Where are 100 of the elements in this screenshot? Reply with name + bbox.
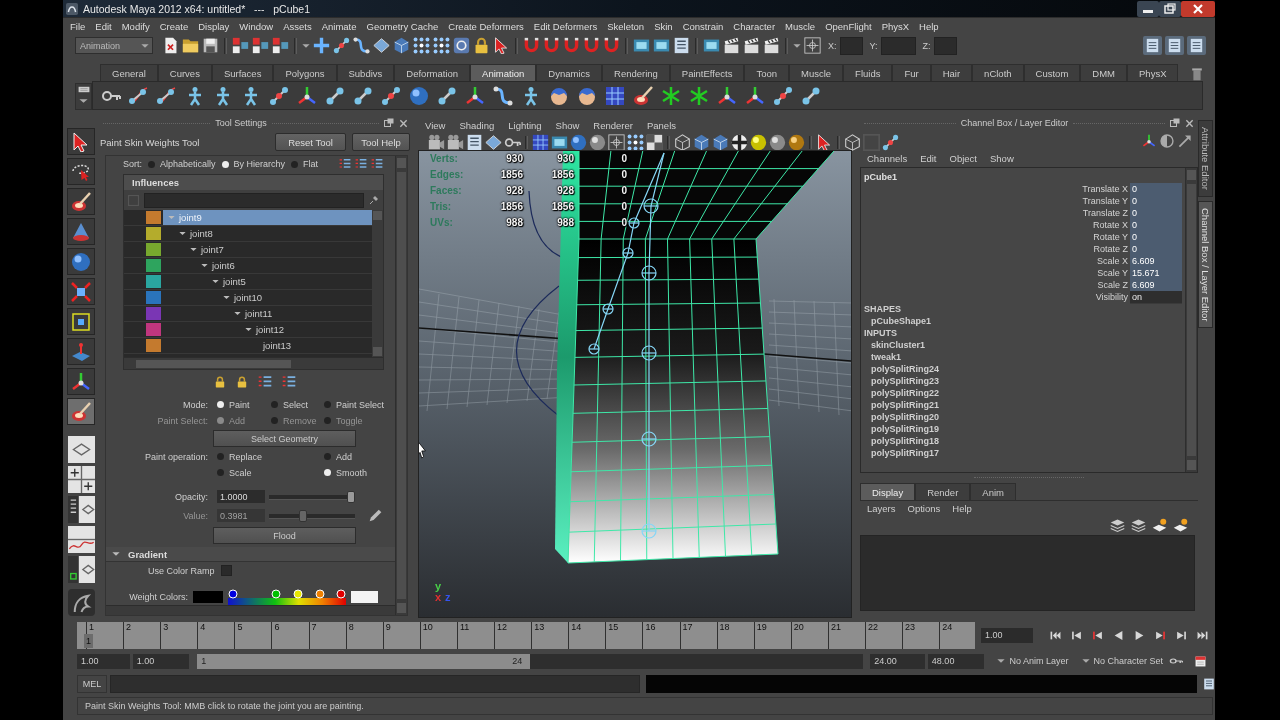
radio-button[interactable]	[324, 401, 331, 408]
menu-item[interactable]: Renderer	[593, 120, 633, 131]
menu-item[interactable]: Show	[555, 120, 580, 131]
crosshair-icon[interactable]	[804, 37, 821, 54]
crosshair-icon[interactable]	[608, 133, 625, 151]
grid-icon[interactable]	[532, 133, 549, 151]
menu-item[interactable]: Panels	[646, 120, 676, 131]
tree-item[interactable]: joint5	[163, 274, 372, 289]
attribute-label[interactable]: Visibility	[864, 291, 1130, 304]
menu-item[interactable]: Object	[949, 153, 977, 164]
layer-tab[interactable]: Render	[915, 483, 971, 500]
attribute-label[interactable]: Scale Z	[864, 279, 1130, 292]
command-input[interactable]	[110, 675, 640, 693]
flood-button[interactable]: Flood	[213, 527, 356, 544]
curve-icon[interactable]	[353, 37, 370, 54]
head-icon[interactable]	[549, 85, 569, 106]
asterisk-icon[interactable]	[689, 85, 709, 106]
scrollbar[interactable]	[395, 156, 407, 615]
shelf-tab[interactable]: Surfaces	[211, 64, 274, 81]
node-item[interactable]: polySplitRing24	[864, 363, 1182, 375]
node-item[interactable]: polySplitRing22	[864, 387, 1182, 399]
clapperboard-icon[interactable]	[743, 37, 760, 54]
menu-item[interactable]: Assets	[283, 20, 312, 32]
squares-icon[interactable]	[272, 37, 289, 54]
layer-tab[interactable]: Display	[860, 483, 916, 500]
key-icon[interactable]	[1169, 656, 1184, 666]
menu-item[interactable]: Help	[952, 503, 972, 514]
calendar-icon[interactable]	[1195, 655, 1207, 667]
panel-icon[interactable]	[1143, 36, 1162, 55]
language-toggle[interactable]: MEL	[77, 675, 107, 693]
menu-item[interactable]: Skin	[654, 20, 673, 32]
scrollbar[interactable]	[106, 605, 395, 615]
restore-icon[interactable]	[1159, 0, 1181, 17]
padlock-icon[interactable]	[236, 376, 248, 388]
curve-icon[interactable]	[493, 85, 513, 106]
squares-icon[interactable]	[232, 37, 249, 54]
clapperboard-icon[interactable]	[763, 37, 780, 54]
tool-button[interactable]	[67, 368, 95, 395]
menu-item[interactable]: PhysX	[881, 20, 910, 32]
save-icon[interactable]	[202, 37, 219, 54]
caret-icon[interactable]	[79, 98, 88, 104]
camera-icon[interactable]	[447, 133, 464, 151]
tree-item[interactable]: joint10	[163, 290, 372, 305]
start-time-field[interactable]: 1.00	[77, 653, 130, 669]
menu-item[interactable]: Edit	[920, 153, 937, 164]
attribute-label[interactable]: Rotate X	[864, 219, 1130, 232]
axes-icon[interactable]	[717, 85, 737, 106]
range-slider-track[interactable]: 1 24	[197, 653, 864, 669]
tool-button[interactable]	[67, 398, 95, 425]
menu-item[interactable]: Geometry Cache	[366, 20, 439, 32]
minimize-icon[interactable]	[1137, 0, 1159, 17]
shelf-tab[interactable]: Toon	[744, 64, 789, 81]
attribute-label[interactable]: Rotate Z	[864, 243, 1130, 256]
radio-button[interactable]	[217, 453, 224, 460]
menu-item[interactable]: Create	[159, 20, 189, 32]
tool-button[interactable]	[67, 158, 95, 185]
axes-icon[interactable]	[745, 85, 765, 106]
node-item[interactable]: polySplitRing20	[864, 411, 1182, 423]
diagonal-arrow-icon[interactable]	[1178, 133, 1192, 148]
tool-button[interactable]	[67, 188, 95, 215]
radio-button[interactable]	[324, 453, 331, 460]
layers-icon[interactable]	[1131, 518, 1146, 533]
cube-icon[interactable]	[393, 37, 410, 54]
menu-item[interactable]: Modify	[121, 20, 150, 32]
input-field[interactable]	[933, 36, 957, 55]
list-icon[interactable]	[466, 133, 483, 151]
dots-icon[interactable]	[413, 37, 430, 54]
menu-item[interactable]: View	[425, 120, 446, 131]
tile-icon[interactable]	[1173, 518, 1188, 533]
panel-view-icon[interactable]	[67, 556, 95, 583]
caret-icon[interactable]	[302, 42, 310, 49]
attribute-label[interactable]: Translate X	[864, 183, 1130, 196]
diamond-icon[interactable]	[373, 37, 390, 54]
float-icon[interactable]	[1170, 118, 1180, 128]
step-forward-icon[interactable]	[1155, 630, 1166, 641]
wire-cube-icon[interactable]	[844, 133, 861, 151]
menu-item[interactable]: Layers	[867, 503, 896, 514]
attribute-field[interactable]: on	[1130, 291, 1182, 304]
window-icon[interactable]	[703, 37, 720, 54]
menu-item[interactable]: Shading	[459, 120, 495, 131]
bone-icon[interactable]	[325, 85, 345, 106]
layer-tab[interactable]: Anim	[970, 483, 1016, 500]
step-back-icon[interactable]	[1092, 630, 1103, 641]
axes-icon[interactable]	[297, 85, 317, 106]
diamond-icon[interactable]	[485, 133, 502, 151]
sphere-icon[interactable]	[570, 133, 587, 151]
wire-cube-icon[interactable]	[674, 133, 691, 151]
playback-start-field[interactable]: 1.00	[132, 653, 190, 669]
shelf-tab[interactable]: Fur	[892, 64, 931, 81]
head-icon[interactable]	[577, 85, 597, 106]
scrollbar[interactable]	[124, 357, 383, 369]
time-slider[interactable]: 1 2 3 4 5 6 7 8 9 10 11 12 13 14 15 16 17 18 19 20 21 22 23 24 1	[77, 622, 975, 649]
joint-chain-icon[interactable]	[269, 85, 289, 106]
radio-button[interactable]	[324, 469, 331, 476]
axes-icon[interactable]	[1142, 133, 1156, 148]
tree-item[interactable]: joint13	[163, 338, 372, 353]
node-item[interactable]: tweak1	[864, 351, 1182, 363]
section-header[interactable]: Gradient	[106, 547, 395, 562]
shelf-tab[interactable]: Fluids	[843, 64, 893, 81]
tree-item[interactable]: joint8	[163, 226, 372, 241]
